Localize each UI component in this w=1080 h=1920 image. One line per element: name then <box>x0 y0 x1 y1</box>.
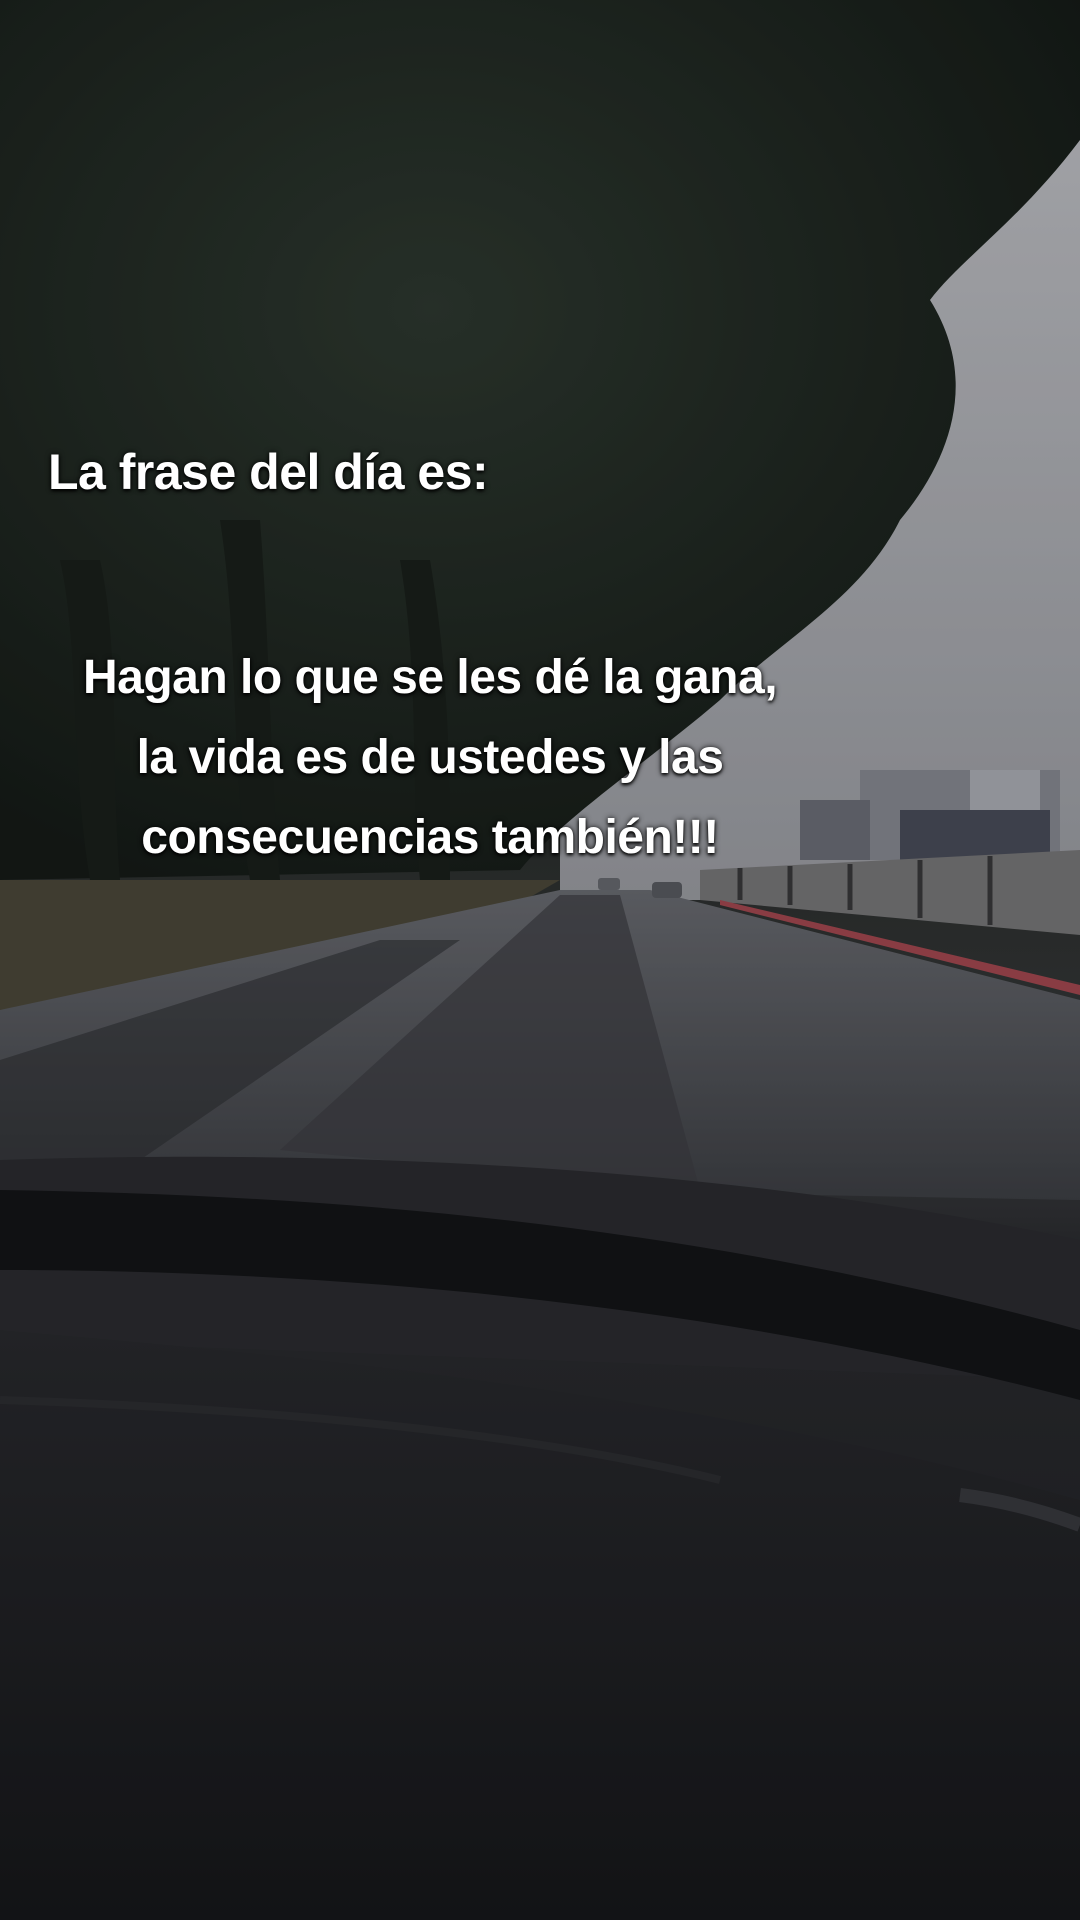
quote-line: Hagan lo que se les dé la gana, <box>82 651 778 704</box>
quote-line: la vida es de ustedes y las <box>136 731 724 784</box>
driving-scene-photo <box>0 0 1080 1920</box>
video-frame: La frase del día es: Hagan lo que se les… <box>0 0 1080 1920</box>
caption-title: La frase del día es: <box>48 444 489 500</box>
quote-line: consecuencias también!!! <box>141 811 719 864</box>
quote-text: Hagan lo que se les dé la gana, la vida … <box>40 638 820 878</box>
